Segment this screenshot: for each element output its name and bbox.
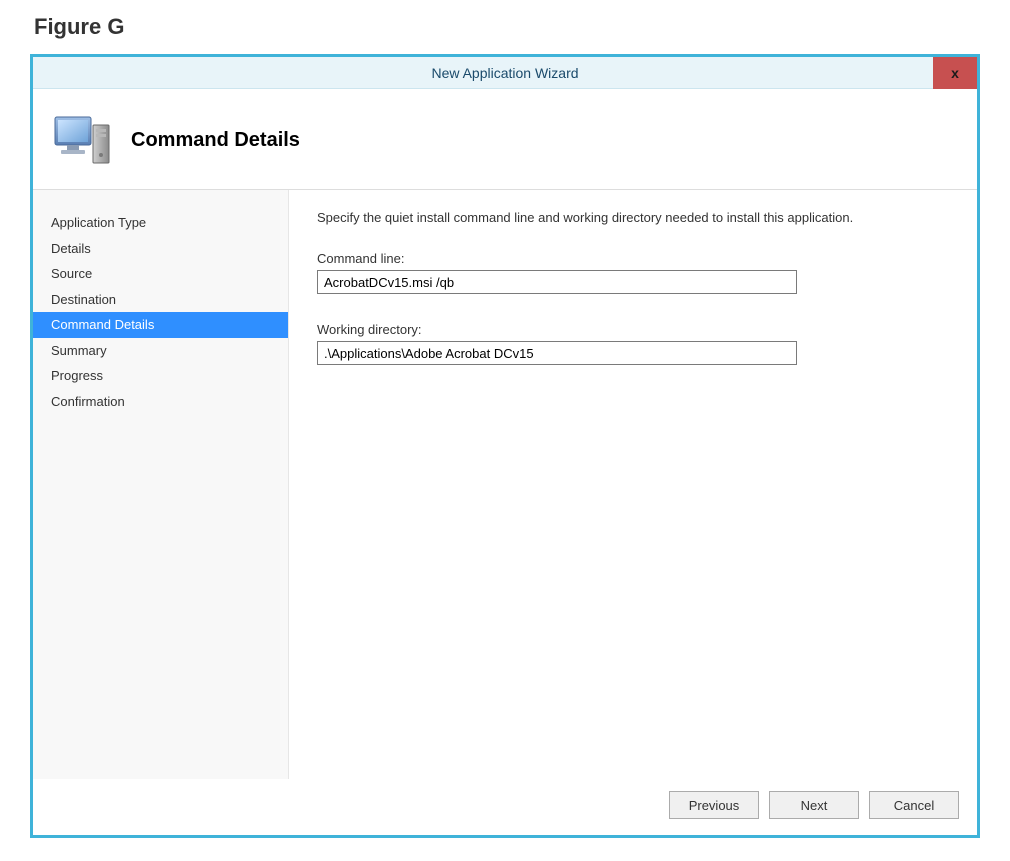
sidebar-item-summary[interactable]: Summary bbox=[33, 338, 288, 364]
working-directory-label: Working directory: bbox=[317, 322, 949, 337]
sidebar-item-application-type[interactable]: Application Type bbox=[33, 210, 288, 236]
wizard-body: Application Type Details Source Destinat… bbox=[33, 189, 977, 779]
sidebar-item-progress[interactable]: Progress bbox=[33, 363, 288, 389]
working-directory-group: Working directory: bbox=[317, 322, 949, 365]
cancel-button[interactable]: Cancel bbox=[869, 791, 959, 819]
sidebar-item-command-details[interactable]: Command Details bbox=[33, 312, 288, 338]
computer-icon bbox=[53, 113, 113, 167]
working-directory-input[interactable] bbox=[317, 341, 797, 365]
sidebar-item-source[interactable]: Source bbox=[33, 261, 288, 287]
instruction-text: Specify the quiet install command line a… bbox=[317, 210, 949, 225]
page-title: Command Details bbox=[131, 129, 300, 152]
command-line-input[interactable] bbox=[317, 270, 797, 294]
window-title: New Application Wizard bbox=[431, 65, 578, 81]
button-row: Previous Next Cancel bbox=[33, 779, 977, 835]
close-icon: x bbox=[951, 65, 959, 81]
sidebar-item-details[interactable]: Details bbox=[33, 236, 288, 262]
next-button[interactable]: Next bbox=[769, 791, 859, 819]
sidebar-item-destination[interactable]: Destination bbox=[33, 287, 288, 313]
sidebar-item-confirmation[interactable]: Confirmation bbox=[33, 389, 288, 415]
previous-button[interactable]: Previous bbox=[669, 791, 759, 819]
close-button[interactable]: x bbox=[933, 57, 977, 89]
command-line-label: Command line: bbox=[317, 251, 949, 266]
figure-label: Figure G bbox=[0, 0, 1010, 54]
wizard-window: New Application Wizard x bbox=[30, 54, 980, 838]
command-line-group: Command line: bbox=[317, 251, 949, 294]
content-panel: Specify the quiet install command line a… bbox=[289, 190, 977, 779]
wizard-header: Command Details bbox=[33, 89, 977, 189]
sidebar: Application Type Details Source Destinat… bbox=[33, 190, 289, 779]
titlebar: New Application Wizard x bbox=[33, 57, 977, 89]
